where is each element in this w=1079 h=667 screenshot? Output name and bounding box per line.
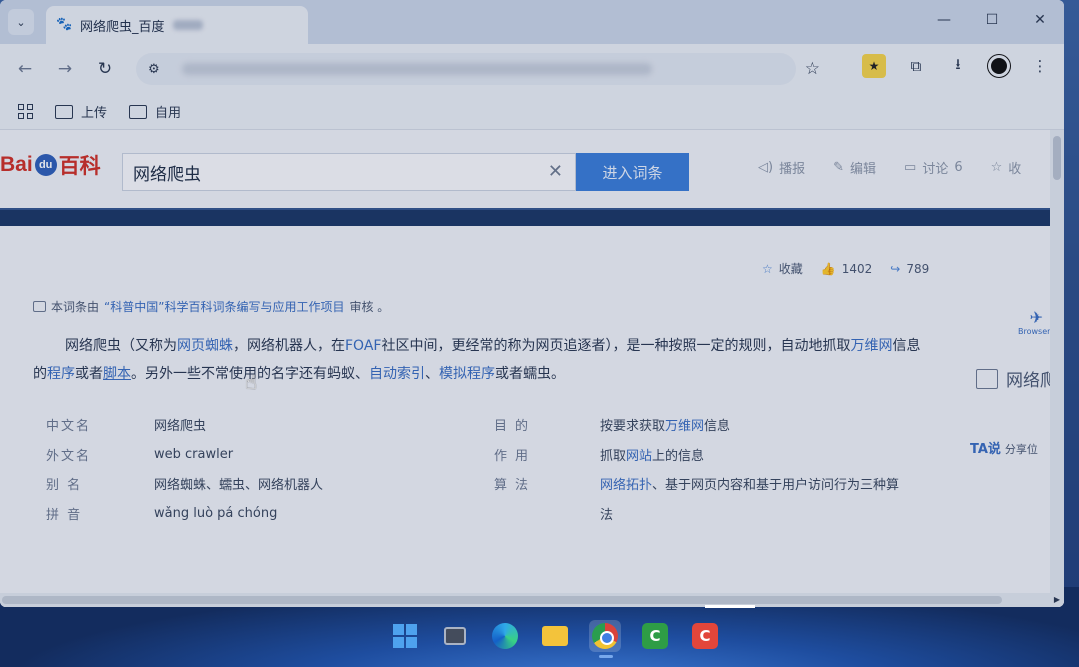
- folder-icon: [55, 104, 73, 119]
- browser-window: ⌄ 🐾 网络爬虫_百度 — ☐ ✕ ← → ↻ ⚙ ☆ ★ ⧉ ⭳ ⋮ 上传 自…: [0, 0, 1064, 607]
- info-row: 拼 音 wǎng luò pá chóng 法: [46, 505, 614, 523]
- file-explorer-icon[interactable]: [539, 620, 571, 652]
- tab-active[interactable]: 🐾 网络爬虫_百度: [46, 6, 308, 44]
- star-icon: ☆: [762, 261, 773, 276]
- edge-icon[interactable]: [489, 620, 521, 652]
- progress-indicator: [705, 605, 755, 608]
- chat-icon: ▭: [904, 160, 917, 175]
- reload-icon[interactable]: ↻: [90, 54, 120, 84]
- menu-kebab-icon[interactable]: ⋮: [1028, 54, 1052, 78]
- scroll-thumb[interactable]: [2, 596, 1002, 604]
- maximize-icon[interactable]: ☐: [968, 0, 1016, 40]
- discuss-button[interactable]: ▭ 讨论 6: [904, 158, 963, 177]
- header-band: [0, 208, 1064, 226]
- info-link-www[interactable]: 万维网: [665, 419, 704, 434]
- share-icon: ↪: [890, 261, 901, 276]
- window-controls: — ☐ ✕: [920, 0, 1064, 40]
- site-settings-icon[interactable]: ⚙: [148, 62, 168, 77]
- search-input[interactable]: 网络爬虫 ✕: [122, 153, 576, 191]
- info-row: 外文名 web crawler 作用 抓取网站上的信息: [46, 446, 705, 464]
- album-promo[interactable]: 网络爬: [976, 366, 1057, 391]
- pencil-icon: ✎: [833, 160, 844, 175]
- task-view-icon[interactable]: [439, 620, 471, 652]
- chrome-icon[interactable]: [589, 620, 621, 652]
- info-link-topology[interactable]: 网络拓扑: [600, 478, 652, 493]
- link-web-spider[interactable]: 网页蜘蛛: [177, 338, 233, 354]
- intro-paragraph: 网络爬虫（又称为网页蜘蛛，网络机器人，在FOAF社区中间，更经常的称为网页追逐者…: [33, 338, 921, 382]
- share-stat[interactable]: ↪ 789: [890, 260, 929, 277]
- extensions-puzzle-icon[interactable]: ⧉: [904, 54, 928, 78]
- article-stats: ☆ 收藏 👍 1402 ↪ 789: [762, 260, 929, 277]
- baidu-paw-icon: 🐾: [56, 17, 73, 32]
- enter-entry-button[interactable]: 进入词条: [576, 153, 689, 191]
- browser-toolbar: ← → ↻ ⚙ ☆ ★ ⧉ ⭳ ⋮: [0, 44, 1064, 94]
- close-icon[interactable]: ✕: [1016, 0, 1064, 40]
- start-windows-icon[interactable]: [389, 620, 421, 652]
- review-notice: 本词条由 “科普中国”科学百科词条编写与应用工作项目 审核 。: [33, 298, 389, 315]
- bookmarks-bar: 上传 自用: [0, 94, 1064, 130]
- collect-stat[interactable]: ☆ 收藏: [762, 260, 803, 277]
- basic-info-box: 中文名 网络爬虫 目的 按要求获取万维网信息 外文名 web crawler 作…: [46, 410, 926, 528]
- taskbar: C C: [0, 612, 1079, 667]
- speaker-icon: ◁): [758, 160, 774, 175]
- extension-icon[interactable]: ★: [862, 54, 886, 78]
- edit-button[interactable]: ✎ 编辑: [833, 158, 876, 177]
- info-link-website[interactable]: 网站: [626, 449, 652, 464]
- web-page: Bai du 百科 网络爬虫 ✕ 进入词条 ◁) 播报 ✎ 编辑 ▭ 讨论 6 ☆ 收 ☆…: [0, 130, 1064, 607]
- scroll-right-icon[interactable]: ▶: [1054, 595, 1060, 604]
- link-foaf[interactable]: FOAF: [345, 338, 381, 354]
- apps-grid-icon[interactable]: [18, 104, 33, 119]
- picture-icon: [976, 368, 998, 389]
- taskbar-icons: C C: [389, 620, 721, 652]
- tab-title: 网络爬虫_百度: [80, 19, 165, 35]
- tab-search-button[interactable]: ⌄: [8, 9, 34, 35]
- info-row: 中文名 网络爬虫 目的 按要求获取万维网信息: [46, 419, 731, 435]
- link-program[interactable]: 程序: [47, 366, 75, 382]
- tab-bar: ⌄ 🐾 网络爬虫_百度 — ☐ ✕: [0, 0, 1064, 44]
- collect-button[interactable]: ☆ 收: [991, 158, 1022, 177]
- hand-cursor-icon: ☝: [245, 370, 258, 394]
- toolbar-right: ★ ⧉ ⭳ ⋮: [862, 54, 1052, 78]
- active-app-indicator: [599, 655, 613, 658]
- back-icon[interactable]: ←: [10, 54, 40, 84]
- minimize-icon[interactable]: —: [920, 0, 968, 40]
- thumbs-up-icon: 👍: [820, 261, 836, 276]
- camtasia-green-icon[interactable]: C: [639, 620, 671, 652]
- info-row: 别 名 网络蜘蛛、蠕虫、网络机器人 算法 网络拓扑、基于网页内容和基于用户访问行…: [46, 478, 900, 494]
- like-stat[interactable]: 👍 1402: [821, 260, 873, 277]
- notice-icon: [33, 301, 46, 312]
- link-simulation[interactable]: 模拟程序: [439, 366, 495, 382]
- ta-share[interactable]: TA说 分享位: [970, 438, 1038, 457]
- clear-icon[interactable]: ✕: [548, 161, 563, 182]
- play-button[interactable]: ◁) 播报: [758, 158, 805, 177]
- star-icon: ☆: [990, 160, 1003, 175]
- download-icon[interactable]: ⭳: [946, 54, 970, 78]
- vertical-scrollbar[interactable]: [1050, 130, 1064, 607]
- red-app-icon[interactable]: C: [689, 620, 721, 652]
- baike-logo[interactable]: Bai du 百科: [0, 150, 101, 180]
- header-actions: ◁) 播报 ✎ 编辑 ▭ 讨论 6 ☆ 收: [758, 158, 1021, 177]
- link-www[interactable]: 万维网: [850, 338, 892, 354]
- address-bar[interactable]: ⚙ ☆: [136, 53, 820, 85]
- profile-avatar[interactable]: [988, 55, 1010, 77]
- horizontal-scrollbar[interactable]: [0, 593, 1050, 607]
- bookmark-star-icon[interactable]: ☆: [805, 59, 820, 79]
- link-auto-index[interactable]: 自动索引: [369, 366, 425, 382]
- link-script[interactable]: 脚本: [103, 366, 131, 382]
- url-blurred: [182, 63, 652, 75]
- review-project-link[interactable]: “科普中国”科学百科词条编写与应用工作项目: [104, 298, 344, 315]
- tab-title-blurred: [172, 20, 203, 30]
- bookmark-folder-upload[interactable]: 上传: [55, 102, 107, 121]
- scroll-thumb[interactable]: [1053, 136, 1061, 180]
- baike-header: Bai du 百科 网络爬虫 ✕ 进入词条 ◁) 播报 ✎ 编辑 ▭ 讨论 6 ☆ 收: [0, 130, 1064, 208]
- forward-icon[interactable]: →: [50, 54, 80, 84]
- folder-icon: [129, 104, 148, 119]
- bookmark-folder-personal[interactable]: 自用: [129, 102, 181, 121]
